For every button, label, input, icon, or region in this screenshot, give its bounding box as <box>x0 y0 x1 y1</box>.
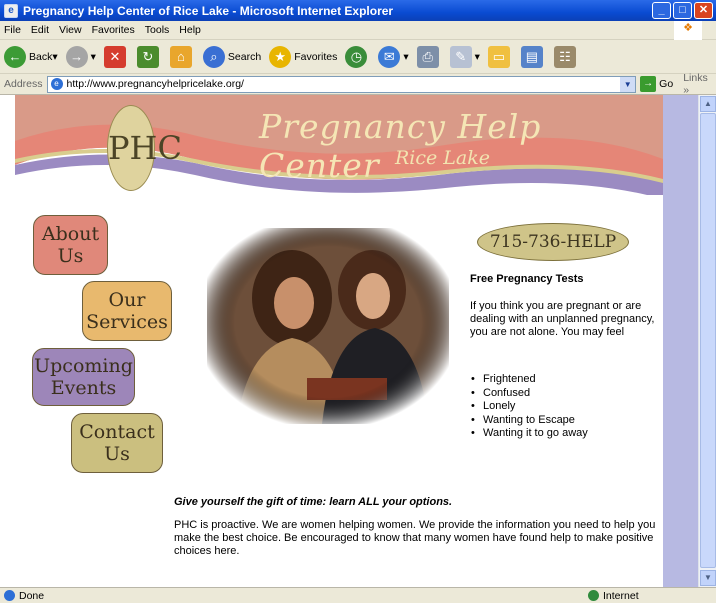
minimize-icon[interactable]: _ <box>652 2 671 19</box>
nav-about-us[interactable]: About Us <box>33 215 108 275</box>
messenger-button[interactable]: ☷ <box>553 45 579 68</box>
research-button[interactable]: ▤ <box>520 45 546 68</box>
window-title: Pregnancy Help Center of Rice Lake - Mic… <box>23 3 394 18</box>
edit-icon: ✎ <box>449 45 472 68</box>
globe-icon <box>588 590 599 601</box>
window-titlebar: e Pregnancy Help Center of Rice Lake - M… <box>0 0 716 21</box>
site-logo[interactable]: PHC <box>107 105 182 191</box>
search-button[interactable]: ⌕ Search <box>202 45 262 68</box>
go-label: Go <box>659 78 674 90</box>
go-arrow-icon: → <box>640 76 657 92</box>
site-subtitle: Rice Lake <box>395 147 491 169</box>
print-icon: ⎙ <box>416 45 439 68</box>
back-arrow-icon: ← <box>4 45 26 68</box>
menu-file[interactable]: File <box>4 24 21 36</box>
list-item: Lonely <box>469 400 588 414</box>
list-item: Confused <box>469 387 588 401</box>
search-label: Search <box>227 50 262 63</box>
address-url: http://www.pregnancyhelpricelake.org/ <box>66 78 244 90</box>
refresh-button[interactable]: ↻ <box>136 45 162 68</box>
address-label: Address <box>4 78 43 90</box>
phone-number[interactable]: 715-736-HELP <box>477 223 629 261</box>
forward-button[interactable]: → ▾ <box>65 45 96 68</box>
site-title: Pregnancy Help Center <box>259 107 542 185</box>
security-zone: Internet <box>588 590 639 602</box>
page-right-strip <box>663 95 698 587</box>
nav-our-services[interactable]: Our Services <box>82 281 172 341</box>
zone-label: Internet <box>603 589 639 602</box>
back-button[interactable]: ← Back ▾ <box>4 45 58 68</box>
history-icon: ◷ <box>345 45 368 68</box>
site-header: PHC Pregnancy Help Center Rice Lake <box>15 95 663 199</box>
back-label: Back <box>29 50 53 63</box>
address-bar: Address e http://www.pregnancyhelpricela… <box>0 72 716 96</box>
messenger-icon: ☷ <box>553 45 576 68</box>
page-icon: e <box>50 78 63 90</box>
folder-button[interactable]: ▭ <box>487 45 513 68</box>
window-controls: _ □ ✕ <box>652 2 713 19</box>
scroll-thumb[interactable] <box>700 113 716 568</box>
status-bar: Done Internet <box>0 587 716 603</box>
research-icon: ▤ <box>520 45 543 68</box>
links-label: Links <box>683 72 708 84</box>
ie-icon: e <box>4 3 18 18</box>
toolbar: ← Back ▾ → ▾ ✕ ↻ ⌂ ⌕ Search ★ Favorites … <box>0 40 716 74</box>
refresh-icon: ↻ <box>136 45 159 68</box>
home-button[interactable]: ⌂ <box>169 45 195 68</box>
stop-icon: ✕ <box>103 45 126 68</box>
women-photo <box>207 228 449 424</box>
page-left-margin <box>0 95 15 587</box>
address-input[interactable]: e http://www.pregnancyhelpricelake.org/ … <box>46 75 637 93</box>
list-item: Wanting it to go away <box>469 427 588 441</box>
menu-bar: File Edit View Favorites Tools Help ❖ <box>0 21 716 40</box>
edit-button[interactable]: ✎ ▾ <box>449 45 480 68</box>
gift-tagline: Give yourself the gift of time: learn AL… <box>174 496 453 508</box>
list-item: Wanting to Escape <box>469 414 588 428</box>
history-button[interactable]: ◷ <box>345 45 370 68</box>
status-text: Done <box>19 589 45 602</box>
page-viewport: PHC Pregnancy Help Center Rice Lake Abou… <box>15 95 663 587</box>
about-text: PHC is proactive. We are women helping w… <box>174 519 656 557</box>
mail-button[interactable]: ✉ ▾ <box>378 45 409 68</box>
maximize-icon[interactable]: □ <box>673 2 692 19</box>
star-icon: ★ <box>269 45 292 68</box>
favorites-button[interactable]: ★ Favorites <box>269 45 338 68</box>
scroll-up-icon[interactable]: ▲ <box>700 96 716 112</box>
vertical-scrollbar[interactable]: ▲ ▼ <box>698 95 716 587</box>
intro-text: If you think you are pregnant or are dea… <box>470 300 655 338</box>
forward-arrow-icon: → <box>65 45 88 68</box>
links-button[interactable]: Links » <box>683 72 716 96</box>
close-icon[interactable]: ✕ <box>694 2 713 19</box>
section-heading: Free Pregnancy Tests <box>470 273 584 285</box>
scroll-down-icon[interactable]: ▼ <box>700 570 716 586</box>
feelings-list: Frightened Confused Lonely Wanting to Es… <box>469 373 588 441</box>
stop-button[interactable]: ✕ <box>103 45 129 68</box>
menu-favorites[interactable]: Favorites <box>92 24 135 36</box>
nav-contact-us[interactable]: Contact Us <box>71 413 163 473</box>
done-page-icon <box>4 590 15 601</box>
mail-icon: ✉ <box>378 45 401 68</box>
menu-tools[interactable]: Tools <box>145 24 170 36</box>
favorites-label: Favorites <box>294 50 338 63</box>
home-icon: ⌂ <box>169 45 192 68</box>
print-button[interactable]: ⎙ <box>416 45 442 68</box>
nav-upcoming-events[interactable]: Upcoming Events <box>32 348 135 406</box>
menu-edit[interactable]: Edit <box>31 24 49 36</box>
go-button[interactable]: → Go <box>640 76 673 92</box>
windows-logo-icon: ❖ <box>674 21 702 40</box>
search-icon: ⌕ <box>202 45 225 68</box>
menu-view[interactable]: View <box>59 24 82 36</box>
list-item: Frightened <box>469 373 588 387</box>
menu-help[interactable]: Help <box>179 24 201 36</box>
address-dropdown-icon[interactable]: ▼ <box>620 76 636 92</box>
folder-icon: ▭ <box>487 45 510 68</box>
